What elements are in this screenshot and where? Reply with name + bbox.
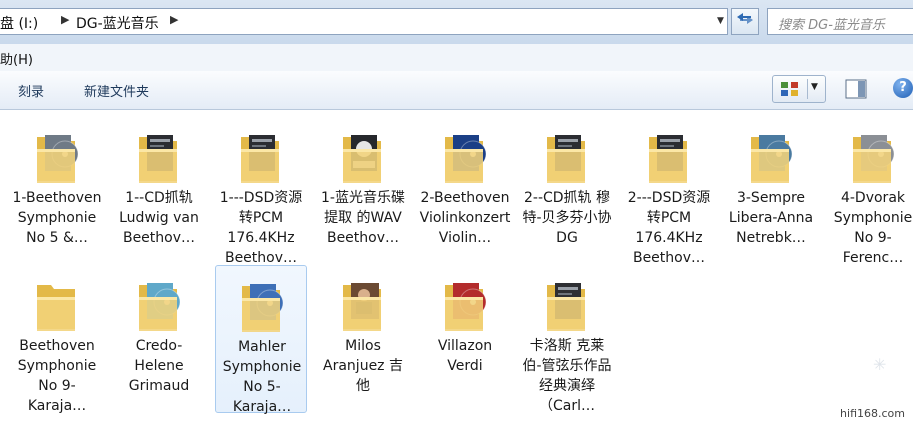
folder-icon: [242, 284, 284, 332]
search-input[interactable]: 搜索 DG-蓝光音乐: [767, 8, 913, 35]
folder-item[interactable]: Villazon Verdi: [419, 265, 511, 413]
search-placeholder: 搜索 DG-蓝光音乐: [778, 18, 885, 33]
folder-label: 2-Beethoven Violinkonzert Violin…: [419, 190, 511, 246]
address-dropdown-icon[interactable]: ▼: [713, 8, 728, 35]
folder-label: Credo-Helene Grimaud: [128, 338, 190, 394]
folder-icon: [241, 135, 279, 183]
folder-icon: [343, 283, 381, 331]
folder-item[interactable]: 2-Beethoven Violinkonzert Violin…: [419, 117, 511, 265]
view-button-divider: [807, 79, 808, 99]
change-view-button[interactable]: ▼: [772, 75, 826, 103]
folder-item[interactable]: 1-蓝光音乐碟提取 的WAV Beethov…: [317, 117, 409, 265]
menu-help[interactable]: 助(H): [0, 49, 33, 68]
folder-item[interactable]: 2---DSD资源转PCM 176.4KHz Beethov…: [623, 117, 715, 266]
folder-item[interactable]: Mahler Symphonie No 5-Karaja…: [215, 265, 307, 415]
folder-label: Beethoven Symphonie No 9-Karaja…: [17, 338, 97, 414]
watermark: hifi168.com: [840, 407, 905, 420]
folder-item[interactable]: 4-Dvorak Symphonie No 9-Ferenc…: [827, 117, 913, 266]
folder-label: Villazon Verdi: [437, 338, 493, 374]
address-bar-area: 盘 (I:) ▶ DG-蓝光音乐 ▶ ▼ 搜索 DG-蓝光音乐: [0, 0, 913, 44]
folder-item[interactable]: 1--CD抓轨 Ludwig van Beethov…: [113, 117, 205, 265]
refresh-button[interactable]: [731, 8, 759, 35]
folder-label: 1-蓝光音乐碟提取 的WAV Beethov…: [321, 190, 405, 246]
folder-label: Mahler Symphonie No 5-Karaja…: [222, 339, 302, 415]
folder-label: 2--CD抓轨 穆特-贝多芬小协 DG: [522, 190, 612, 246]
folder-icon: [139, 283, 181, 331]
folder-label: 4-Dvorak Symphonie No 9-Ferenc…: [833, 190, 913, 266]
breadcrumb-drive[interactable]: 盘 (I:): [0, 13, 38, 33]
folder-item[interactable]: 2--CD抓轨 穆特-贝多芬小协 DG: [521, 117, 613, 265]
folder-item[interactable]: 卡洛斯 克莱伯-管弦乐作品经典演绎（Carl…: [521, 265, 613, 414]
refresh-icon: [737, 13, 753, 24]
breadcrumb-separator-icon[interactable]: ▶: [61, 13, 69, 26]
folder-item[interactable]: 3-Sempre Libera-Anna Netrebk…: [725, 117, 817, 265]
breadcrumb-separator-icon[interactable]: ▶: [170, 13, 178, 26]
preview-pane-icon[interactable]: [845, 79, 867, 99]
folder-label: 1---DSD资源转PCM 176.4KHz Beethov…: [219, 190, 303, 266]
new-folder-button[interactable]: 新建文件夹: [84, 81, 149, 100]
file-list: 1-Beethoven Symphonie No 5 &… 1--CD抓轨 Lud…: [0, 109, 913, 425]
folder-icon: [445, 283, 487, 331]
folder-item[interactable]: 1-Beethoven Symphonie No 5 &…: [11, 117, 103, 265]
folder-icon: [37, 135, 79, 183]
folder-icon: [547, 283, 585, 331]
folder-item[interactable]: Milos Aranjuez 吉他: [317, 265, 409, 413]
view-grid-icon: [781, 82, 798, 96]
folder-label: 3-Sempre Libera-Anna Netrebk…: [728, 190, 814, 246]
address-bar[interactable]: 盘 (I:) ▶ DG-蓝光音乐 ▶: [0, 8, 728, 35]
folder-icon: [343, 135, 381, 183]
folder-icon: [547, 135, 585, 183]
help-icon[interactable]: ?: [893, 78, 913, 98]
folder-item[interactable]: Beethoven Symphonie No 9-Karaja…: [11, 265, 103, 414]
menu-bar: 助(H): [0, 44, 913, 72]
folder-label: 2---DSD资源转PCM 176.4KHz Beethov…: [627, 190, 711, 266]
breadcrumb-folder[interactable]: DG-蓝光音乐: [76, 13, 159, 33]
folder-item[interactable]: 1---DSD资源转PCM 176.4KHz Beethov…: [215, 117, 307, 266]
folder-label: 1-Beethoven Symphonie No 5 &…: [12, 190, 102, 246]
folder-label: Milos Aranjuez 吉他: [323, 338, 403, 394]
folder-icon: [751, 135, 793, 183]
folder-icon: [139, 135, 177, 183]
folder-item[interactable]: Credo-Helene Grimaud: [113, 265, 205, 413]
folder-icon: [853, 135, 895, 183]
folder-label: 1--CD抓轨 Ludwig van Beethov…: [119, 190, 199, 246]
command-bar: 刻录 新建文件夹 ▼ ?: [0, 71, 913, 110]
folder-label: 卡洛斯 克莱伯-管弦乐作品经典演绎（Carl…: [522, 338, 612, 414]
sparkle-decoration: ✳: [873, 355, 887, 374]
folder-icon: [445, 135, 487, 183]
folder-icon: [37, 285, 75, 331]
burn-button[interactable]: 刻录: [18, 81, 44, 100]
folder-icon: [649, 135, 687, 183]
view-dropdown-icon[interactable]: ▼: [811, 82, 818, 92]
